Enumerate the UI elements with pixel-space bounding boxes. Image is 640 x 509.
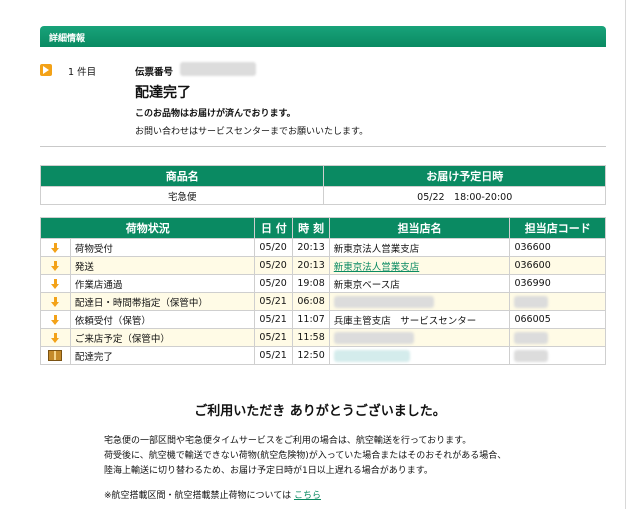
- row-status: ご来店予定（保管中）: [69, 328, 256, 347]
- note-prefix: ※航空搭載区間・航空搭載禁止荷物については: [104, 491, 292, 501]
- delivery-status-desc: このお品物はお届けが済んでおります。: [135, 109, 296, 119]
- down-arrow-icon: [50, 242, 60, 253]
- product-header-delivery: お届け予定日時: [323, 165, 606, 187]
- row-date: 05/20: [254, 256, 294, 275]
- row-store: 新東京ベース店: [328, 274, 511, 293]
- section-header: 詳細情報: [40, 26, 606, 47]
- code-header: 担当店コード: [509, 217, 606, 239]
- row-time: 11:07: [292, 310, 330, 329]
- slip-number-label: 伝票番号: [135, 67, 174, 78]
- row-code: 066005: [509, 310, 606, 329]
- delivery-window: 05/22 18:00-20:00: [323, 186, 606, 205]
- row-date: 05/21: [254, 292, 294, 311]
- air-transport-notes: 宅急便の一部区間や宅急便タイムサービスをご利用の場合は、航空輸送を行っております…: [104, 434, 506, 479]
- code-redacted: [514, 349, 549, 362]
- item-count: 1 件目: [68, 67, 97, 78]
- row-status: 荷物受付: [69, 238, 256, 257]
- row-status: 配達日・時間帯指定（保管中）: [69, 292, 256, 311]
- store-link[interactable]: 新東京法人営業支店: [334, 262, 420, 273]
- row-status: 発送: [69, 256, 256, 275]
- time-header: 時 刻: [292, 217, 330, 239]
- row-time: 20:13: [292, 238, 330, 257]
- down-arrow-icon: [50, 332, 60, 343]
- down-arrow-icon: [50, 296, 60, 307]
- row-status: 配達完了: [69, 346, 256, 365]
- row-date: 05/20: [254, 238, 294, 257]
- row-time: 06:08: [292, 292, 330, 311]
- down-arrow-icon: [50, 278, 60, 289]
- down-arrow-icon: [50, 260, 60, 271]
- section-title: 詳細情報: [49, 34, 86, 44]
- note-line: 宅急便の一部区間や宅急便タイムサービスをご利用の場合は、航空輸送を行っております…: [104, 436, 472, 446]
- down-arrow-icon: [50, 314, 60, 325]
- details-link[interactable]: こちら: [294, 491, 321, 501]
- status-table: 荷物状況 日 付 時 刻 担当店名 担当店コード 荷物受付 05/20 20:1…: [39, 217, 606, 365]
- table-row: ご来店予定（保管中） 05/21 11:58: [40, 328, 606, 347]
- note-line: 陸海上輸送に切り替わるため、お届け予定日時が1日以上遅れる場合があります。: [104, 466, 433, 476]
- date-header: 日 付: [254, 217, 294, 239]
- table-row: 依頼受付（保管） 05/21 11:07 兵庫主管支店 サービスセンター 066…: [40, 310, 606, 329]
- row-time: 19:08: [292, 274, 330, 293]
- store-redacted: [333, 349, 410, 362]
- row-time: 12:50: [292, 346, 330, 365]
- store-redacted: [333, 331, 414, 344]
- row-status: 依頼受付（保管）: [69, 310, 256, 329]
- row-code: 036600: [509, 256, 606, 275]
- slip-number-redacted: [180, 62, 256, 76]
- table-row: 荷物受付 05/20 20:13 新東京法人営業支店 036600: [40, 238, 606, 257]
- table-row: 作業店通過 05/20 19:08 新東京ベース店 036990: [40, 274, 606, 293]
- row-code: 036990: [509, 274, 606, 293]
- row-date: 05/21: [254, 346, 294, 365]
- table-row: 配達完了 05/21 12:50: [40, 346, 606, 365]
- row-code: 036600: [509, 238, 606, 257]
- divider: [40, 146, 606, 147]
- row-time: 11:58: [292, 328, 330, 347]
- thanks-message: ご利用いただき ありがとうございました。: [194, 404, 446, 419]
- status-header: 荷物状況: [39, 217, 256, 239]
- product-header-name: 商品名: [39, 165, 325, 187]
- item-summary: 1 件目 伝票番号 配達完了 このお品物はお届けが済んでおります。 お問い合わせ…: [40, 62, 606, 142]
- product-table: 商品名 お届け予定日時 宅急便 05/22 18:00-20:00: [39, 165, 606, 205]
- row-status: 作業店通過: [69, 274, 256, 293]
- row-store: 兵庫主管支店 サービスセンター: [328, 310, 511, 329]
- table-row: 発送 05/20 20:13 新東京法人営業支店 036600: [40, 256, 606, 275]
- store-header: 担当店名: [328, 217, 511, 239]
- note-line: 荷受後に、航空機で輸送できない荷物(航空危険物)が入っていた場合またはそのおそれ…: [104, 451, 507, 461]
- store-redacted: [333, 295, 434, 308]
- row-date: 05/21: [254, 328, 294, 347]
- row-date: 05/20: [254, 274, 294, 293]
- row-time: 20:13: [292, 256, 330, 275]
- product-name: 宅急便: [39, 186, 325, 205]
- code-redacted: [514, 331, 549, 344]
- table-row: 配達日・時間帯指定（保管中） 05/21 06:08: [40, 292, 606, 311]
- delivery-status-note: お問い合わせはサービスセンターまでお願いいたします。: [135, 127, 369, 137]
- delivery-status-title: 配達完了: [135, 85, 191, 101]
- package-icon: [48, 350, 63, 361]
- row-store: 新東京法人営業支店: [328, 238, 511, 257]
- table-row: 宅急便 05/22 18:00-20:00: [39, 186, 606, 205]
- arrow-right-icon: [40, 64, 52, 76]
- row-date: 05/21: [254, 310, 294, 329]
- code-redacted: [514, 295, 549, 308]
- air-restriction-note: ※航空搭載区間・航空搭載禁止荷物については こちら: [104, 488, 321, 501]
